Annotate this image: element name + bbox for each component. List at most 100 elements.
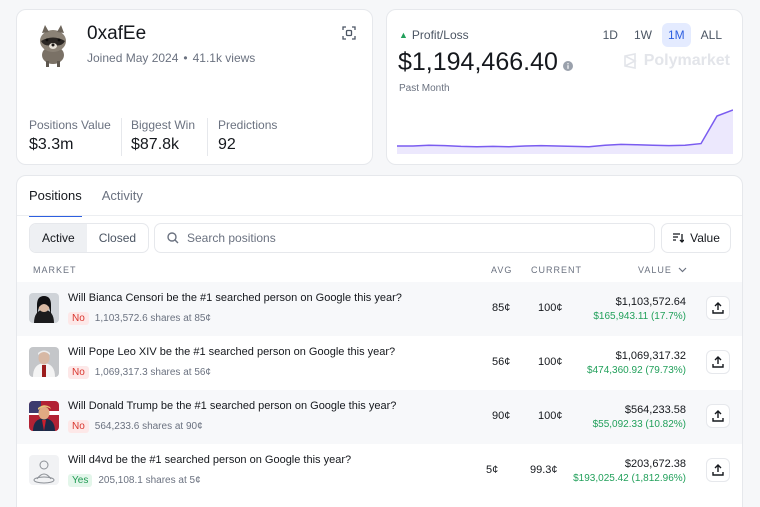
period-1m[interactable]: 1M	[661, 23, 691, 47]
table-row[interactable]: Will d4vd be the #1 searched person on G…	[17, 444, 742, 498]
tab-activity[interactable]: Activity	[102, 188, 143, 217]
search-box	[154, 223, 655, 253]
stat-value: $87.8k	[131, 136, 180, 153]
table-row[interactable]: Will Pope Leo XIV be the #1 searched per…	[17, 336, 742, 390]
person-portrait-icon	[29, 401, 59, 431]
position-detail: No 564,233.6 shares at 90¢	[68, 420, 203, 433]
profile-meta: Joined May 2024 • 41.1k views	[87, 51, 255, 65]
share-button[interactable]	[706, 458, 730, 482]
avatar[interactable]	[29, 21, 77, 69]
filter-closed[interactable]: Closed	[87, 224, 148, 252]
stat-label: Predictions	[218, 118, 278, 132]
up-triangle-icon: ▲	[399, 30, 408, 40]
brand-name: Polymarket	[643, 52, 730, 69]
raccoon-avatar-icon	[29, 21, 77, 69]
polymarket-logo-icon	[623, 53, 637, 69]
pnl-card: ▲ Profit/Loss 1D 1W 1M ALL $1,194,466.40 …	[386, 9, 743, 165]
search-input[interactable]	[187, 231, 627, 245]
stat-biggest-win: Biggest Win $87.8k	[131, 118, 195, 154]
person-portrait-icon	[29, 347, 59, 377]
market-image	[29, 401, 59, 431]
tab-positions[interactable]: Positions	[29, 188, 82, 217]
scan-qr-icon[interactable]	[342, 26, 356, 40]
stat-value: 92	[218, 136, 236, 153]
column-value-label: VALUE	[638, 265, 672, 275]
market-title[interactable]: Will Donald Trump be the #1 searched per…	[68, 400, 396, 412]
market-title[interactable]: Will Bianca Censori be the #1 searched p…	[68, 292, 402, 304]
column-current: CURRENT	[531, 265, 582, 275]
column-value[interactable]: VALUE	[638, 265, 687, 275]
share-button[interactable]	[706, 350, 730, 374]
period-all[interactable]: ALL	[695, 23, 728, 47]
market-image	[29, 455, 59, 485]
shares-info: 564,233.6 shares at 90¢	[94, 421, 203, 432]
positions-card: Positions Activity Active Closed Value M…	[16, 175, 743, 507]
position-pnl: $474,360.92 (79.73%)	[587, 365, 686, 376]
current-price: 99.3¢	[530, 464, 558, 476]
stat-label: Positions Value	[29, 118, 111, 132]
position-value: $564,233.58	[624, 404, 686, 416]
position-detail: No 1,069,317.3 shares at 56¢	[68, 366, 211, 379]
table-row[interactable]: Will Donald Trump be the #1 searched per…	[17, 390, 742, 444]
info-icon[interactable]	[563, 58, 573, 71]
share-icon	[712, 464, 724, 476]
position-value: $1,103,572.64	[615, 296, 686, 308]
column-market: MARKET	[33, 265, 77, 275]
sort-icon	[673, 233, 685, 243]
chevron-down-icon	[678, 267, 687, 273]
share-button[interactable]	[706, 404, 730, 428]
period-selector: 1D 1W 1M ALL	[597, 23, 728, 47]
share-icon	[712, 302, 724, 314]
share-button[interactable]	[706, 296, 730, 320]
meta-separator: •	[183, 51, 188, 65]
stat-positions-value: Positions Value $3.3m	[29, 118, 111, 154]
polymarket-watermark: Polymarket	[622, 52, 730, 70]
share-icon	[712, 410, 724, 422]
current-price: 100¢	[538, 410, 563, 422]
avg-price: 85¢	[492, 302, 511, 314]
period-sublabel: Past Month	[399, 83, 450, 94]
position-value: $203,672.38	[624, 458, 686, 470]
pnl-area	[397, 110, 733, 154]
joined-date: Joined May 2024	[87, 51, 179, 65]
market-title[interactable]: Will d4vd be the #1 searched person on G…	[68, 454, 351, 466]
shares-info: 1,103,572.6 shares at 85¢	[94, 313, 211, 324]
views-count: 41.1k views	[192, 51, 256, 65]
period-1d[interactable]: 1D	[597, 23, 624, 47]
avg-price: 5¢	[486, 464, 499, 476]
outcome-badge: No	[68, 312, 89, 325]
column-avg: AVG	[491, 265, 513, 275]
period-1w[interactable]: 1W	[628, 23, 658, 47]
person-portrait-icon	[29, 293, 59, 323]
sort-button[interactable]: Value	[661, 223, 731, 253]
stat-predictions: Predictions 92	[218, 118, 277, 154]
current-price: 100¢	[538, 356, 563, 368]
current-price: 100¢	[538, 302, 563, 314]
position-detail: No 1,103,572.6 shares at 85¢	[68, 312, 211, 325]
outcome-badge: No	[68, 420, 89, 433]
shares-info: 205,108.1 shares at 5¢	[98, 475, 201, 486]
stat-divider	[121, 118, 122, 156]
share-icon	[712, 356, 724, 368]
tab-divider	[17, 215, 742, 216]
table-row[interactable]: Will Bianca Censori be the #1 searched p…	[17, 282, 742, 336]
filter-active[interactable]: Active	[30, 224, 87, 252]
position-pnl: $193,025.42 (1,812.96%)	[573, 473, 686, 484]
stat-label: Biggest Win	[131, 118, 196, 132]
profile-card: 0xafEe Joined May 2024 • 41.1k views Posit…	[16, 9, 373, 165]
person-sketch-icon	[29, 455, 59, 485]
avg-price: 56¢	[492, 356, 511, 368]
stat-divider	[207, 118, 208, 156]
position-pnl: $165,943.11 (17.7%)	[593, 311, 686, 322]
status-filter: Active Closed	[29, 223, 150, 253]
stat-value: $3.3m	[29, 136, 74, 153]
pnl-value: $1,194,466.40	[398, 48, 558, 76]
market-title[interactable]: Will Pope Leo XIV be the #1 searched per…	[68, 346, 395, 358]
positions-tabs: Positions Activity	[29, 188, 143, 217]
outcome-badge: No	[68, 366, 89, 379]
pnl-label: ▲ Profit/Loss	[399, 28, 469, 42]
sort-label: Value	[690, 231, 720, 245]
market-image	[29, 293, 59, 323]
username: 0xafEe	[87, 23, 147, 44]
pnl-chart	[397, 109, 733, 154]
